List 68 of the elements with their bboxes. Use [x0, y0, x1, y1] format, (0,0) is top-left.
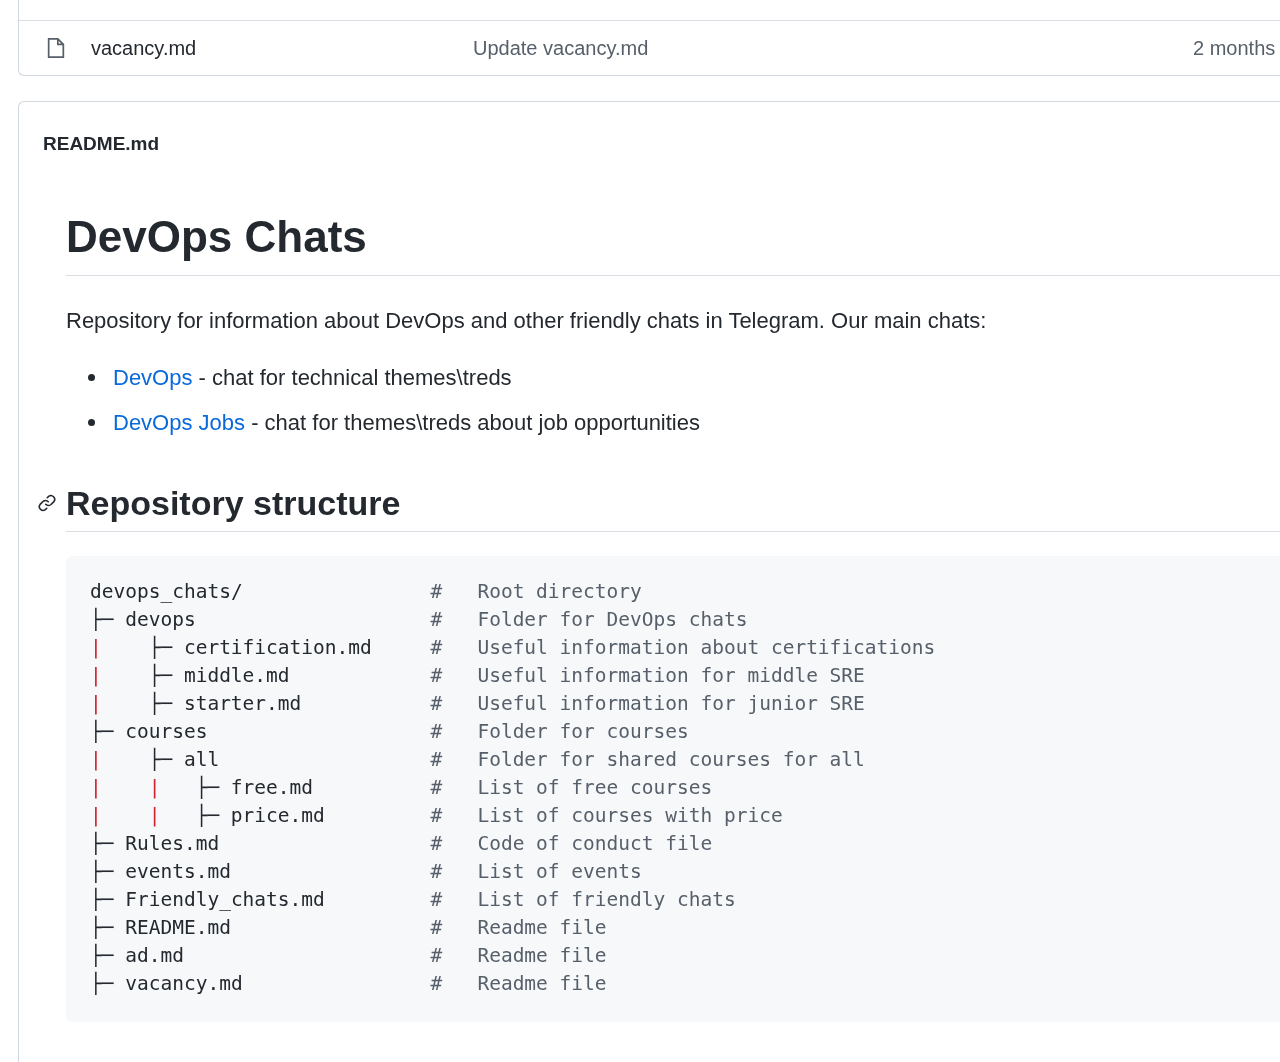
file-icon [46, 37, 66, 59]
tree-entry: ├─ ad.md [90, 942, 184, 969]
tree-entry: ├─ price.md [195, 802, 325, 829]
comment-marker: # [430, 803, 443, 827]
code-comment: Readme file [477, 942, 607, 969]
code-comment: List of friendly chats [477, 886, 736, 913]
comment-marker: # [430, 831, 443, 855]
comment-marker: # [430, 691, 443, 715]
chat-link[interactable]: DevOps Jobs [113, 409, 246, 435]
comment-marker: # [430, 775, 443, 799]
intro-paragraph: Repository for information about DevOps and other friendly chats in Telegram. Our main chats: [66, 306, 988, 335]
commit-age: 2 months [1193, 36, 1276, 61]
code-comment: Folder for courses [477, 718, 689, 745]
comment-marker: # [430, 971, 443, 995]
comment-marker: # [430, 747, 443, 771]
code-comment: List of courses with price [477, 802, 783, 829]
tree-pipe: | [90, 775, 102, 799]
code-comment: Root directory [477, 578, 642, 605]
tree-entry: ├─ middle.md [148, 662, 290, 689]
comment-marker: # [430, 915, 443, 939]
code-comment: List of free courses [477, 774, 713, 801]
commit-message[interactable]: Update vacancy.md [473, 33, 1193, 63]
code-comment: Useful information for middle SRE [477, 662, 865, 689]
tree-pipe: | [90, 691, 102, 715]
comment-marker: # [430, 859, 443, 883]
code-comment: Folder for DevOps chats [477, 606, 748, 633]
code-comment: Folder for shared courses for all [477, 746, 865, 773]
tree-entry: ├─ Friendly_chats.md [90, 886, 325, 913]
tree-pipe: | [90, 747, 102, 771]
comment-marker: # [430, 943, 443, 967]
bullet-icon [88, 418, 95, 426]
chat-description: DevOps - chat for technical themes\treds [113, 363, 512, 392]
code-comment: Useful information for junior SRE [477, 690, 865, 717]
code-comment: List of events [477, 858, 642, 885]
file-name[interactable]: vacancy.md [91, 33, 473, 63]
tree-entry: ├─ devops [90, 606, 196, 633]
section-heading: Repository structure [66, 482, 402, 524]
comment-marker: # [430, 887, 443, 911]
readme-title: DevOps Chats [66, 208, 1280, 276]
comment-marker: # [430, 635, 443, 659]
tree-pipe: | [90, 635, 102, 659]
tree-entry: ├─ starter.md [148, 690, 302, 717]
tree-entry: ├─ courses [90, 718, 208, 745]
tree-entry: devops_chats/ [90, 578, 243, 605]
tree-entry: ├─ certification.md [148, 634, 372, 661]
tree-entry: ├─ all [148, 746, 220, 773]
tree-entry: ├─ Rules.md [90, 830, 220, 857]
tree-pipe: | [148, 803, 161, 827]
tree-pipe: | [90, 803, 102, 827]
tree-pipe: | [148, 775, 161, 799]
code-comment: Readme file [477, 914, 607, 941]
code-comment: Code of conduct file [477, 830, 713, 857]
code-comment: Readme file [477, 970, 607, 997]
comment-marker: # [430, 579, 443, 603]
tree-pipe: | [90, 663, 102, 687]
tree-entry: ├─ free.md [195, 774, 314, 801]
readme-filename[interactable]: README.md [43, 133, 160, 154]
chat-description: DevOps Jobs - chat for themes\treds about job opportunities [113, 408, 700, 437]
tree-entry: ├─ README.md [90, 914, 231, 941]
tree-entry: ├─ events.md [90, 858, 231, 885]
bullet-icon [88, 373, 95, 381]
comment-marker: # [430, 663, 443, 687]
comment-marker: # [430, 607, 443, 631]
code-comment: Useful information about certifications [477, 634, 936, 661]
tree-entry: ├─ vacancy.md [90, 970, 243, 997]
link-icon[interactable] [37, 492, 57, 513]
comment-marker: # [430, 719, 443, 743]
chat-link[interactable]: DevOps [113, 364, 193, 390]
